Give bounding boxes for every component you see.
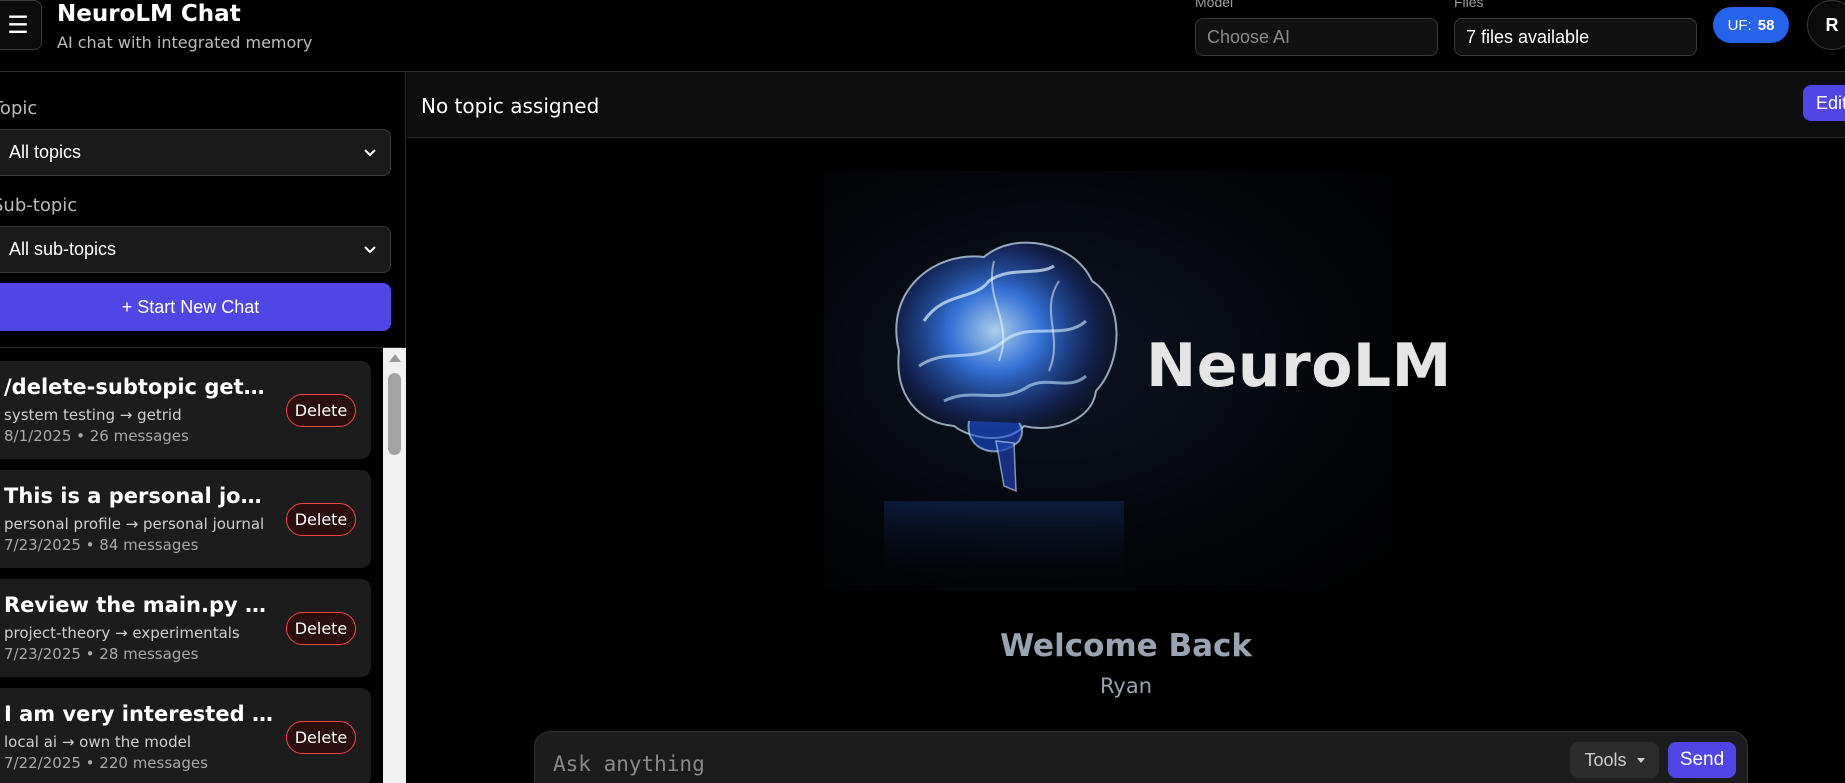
chat-title: I am very interested in ow... <box>4 702 274 726</box>
chat-title: /delete-subtopic getrid <box>4 375 274 399</box>
delete-chat-button[interactable]: Delete <box>286 394 356 427</box>
uf-badge-label: UF: <box>1727 16 1752 34</box>
topic-bar: No topic assigned Edit <box>407 72 1845 138</box>
topic-label: Topic <box>0 98 38 119</box>
chat-topic-path: project-theory → experimentals <box>4 624 240 642</box>
files-label: Files <box>1454 0 1484 10</box>
chevron-down-icon <box>364 246 376 254</box>
welcome-user-name: Ryan <box>1099 674 1153 698</box>
chat-topic-path: local ai → own the model <box>4 733 191 751</box>
tools-dropdown-button[interactable]: Tools <box>1570 742 1659 778</box>
chat-list-item[interactable]: This is a personal journal c... personal… <box>0 470 371 568</box>
edit-topic-button[interactable]: Edit <box>1803 85 1845 121</box>
chat-meta: 7/22/2025 • 220 messages <box>4 754 208 772</box>
avatar[interactable]: R <box>1807 0 1845 50</box>
chat-topic-path: system testing → getrid <box>4 406 182 424</box>
send-button[interactable]: Send <box>1668 742 1736 778</box>
uf-badge[interactable]: UF: 58 <box>1713 7 1789 43</box>
files-select[interactable]: 7 files available <box>1454 18 1697 56</box>
chat-list-item[interactable]: Review the main.py file an... project-th… <box>0 579 371 677</box>
chat-list: /delete-subtopic getrid system testing →… <box>0 347 406 783</box>
chat-topic-path: personal profile → personal journal <box>4 515 265 533</box>
hero-brand-text: NeuroLM <box>1146 331 1452 401</box>
topic-status: No topic assigned <box>421 94 600 118</box>
chat-list-item[interactable]: I am very interested in ow... local ai →… <box>0 688 371 783</box>
subtopic-label: Sub-topic <box>0 195 78 216</box>
message-input[interactable]: Ask anything <box>553 752 705 776</box>
start-new-chat-button[interactable]: + Start New Chat <box>0 283 391 331</box>
chat-list-scrollbar[interactable] <box>383 348 406 783</box>
welcome-title: Welcome Back <box>999 628 1253 664</box>
model-select[interactable]: Choose AI <box>1195 18 1438 56</box>
subtopic-select-value: All sub-topics <box>9 239 117 259</box>
app-title: NeuroLM Chat <box>57 1 241 27</box>
chat-list-item[interactable]: /delete-subtopic getrid system testing →… <box>0 361 371 459</box>
topic-select[interactable]: All topics <box>0 129 391 176</box>
sidebar: Topic All topics Sub-topic All sub-topic… <box>0 72 406 783</box>
scroll-up-arrow-icon[interactable] <box>389 354 401 362</box>
scrollbar-thumb[interactable] <box>388 373 401 455</box>
chevron-down-icon <box>364 149 376 157</box>
chat-meta: 7/23/2025 • 84 messages <box>4 536 199 554</box>
app-root: ☰ NeuroLM Chat AI chat with integrated m… <box>0 0 1845 783</box>
chat-meta: 7/23/2025 • 28 messages <box>4 645 199 663</box>
message-composer: Ask anything Tools Send <box>534 731 1748 783</box>
hero-banner: NeuroLM <box>824 171 1451 591</box>
tools-label: Tools <box>1584 749 1627 770</box>
hamburger-menu-icon[interactable]: ☰ <box>0 0 42 50</box>
topic-select-value: All topics <box>9 142 82 162</box>
model-label: Model <box>1195 0 1234 10</box>
app-subtitle: AI chat with integrated memory <box>57 33 313 52</box>
caret-down-icon <box>1636 757 1645 763</box>
delete-chat-button[interactable]: Delete <box>286 721 356 754</box>
delete-chat-button[interactable]: Delete <box>286 503 356 536</box>
top-header: ☰ NeuroLM Chat AI chat with integrated m… <box>0 0 1845 72</box>
chat-title: Review the main.py file an... <box>4 593 274 617</box>
chat-title: This is a personal journal c... <box>4 484 274 508</box>
subtopic-select[interactable]: All sub-topics <box>0 226 391 273</box>
delete-chat-button[interactable]: Delete <box>286 612 356 645</box>
uf-badge-count: 58 <box>1757 16 1775 34</box>
chat-meta: 8/1/2025 • 26 messages <box>4 427 189 445</box>
